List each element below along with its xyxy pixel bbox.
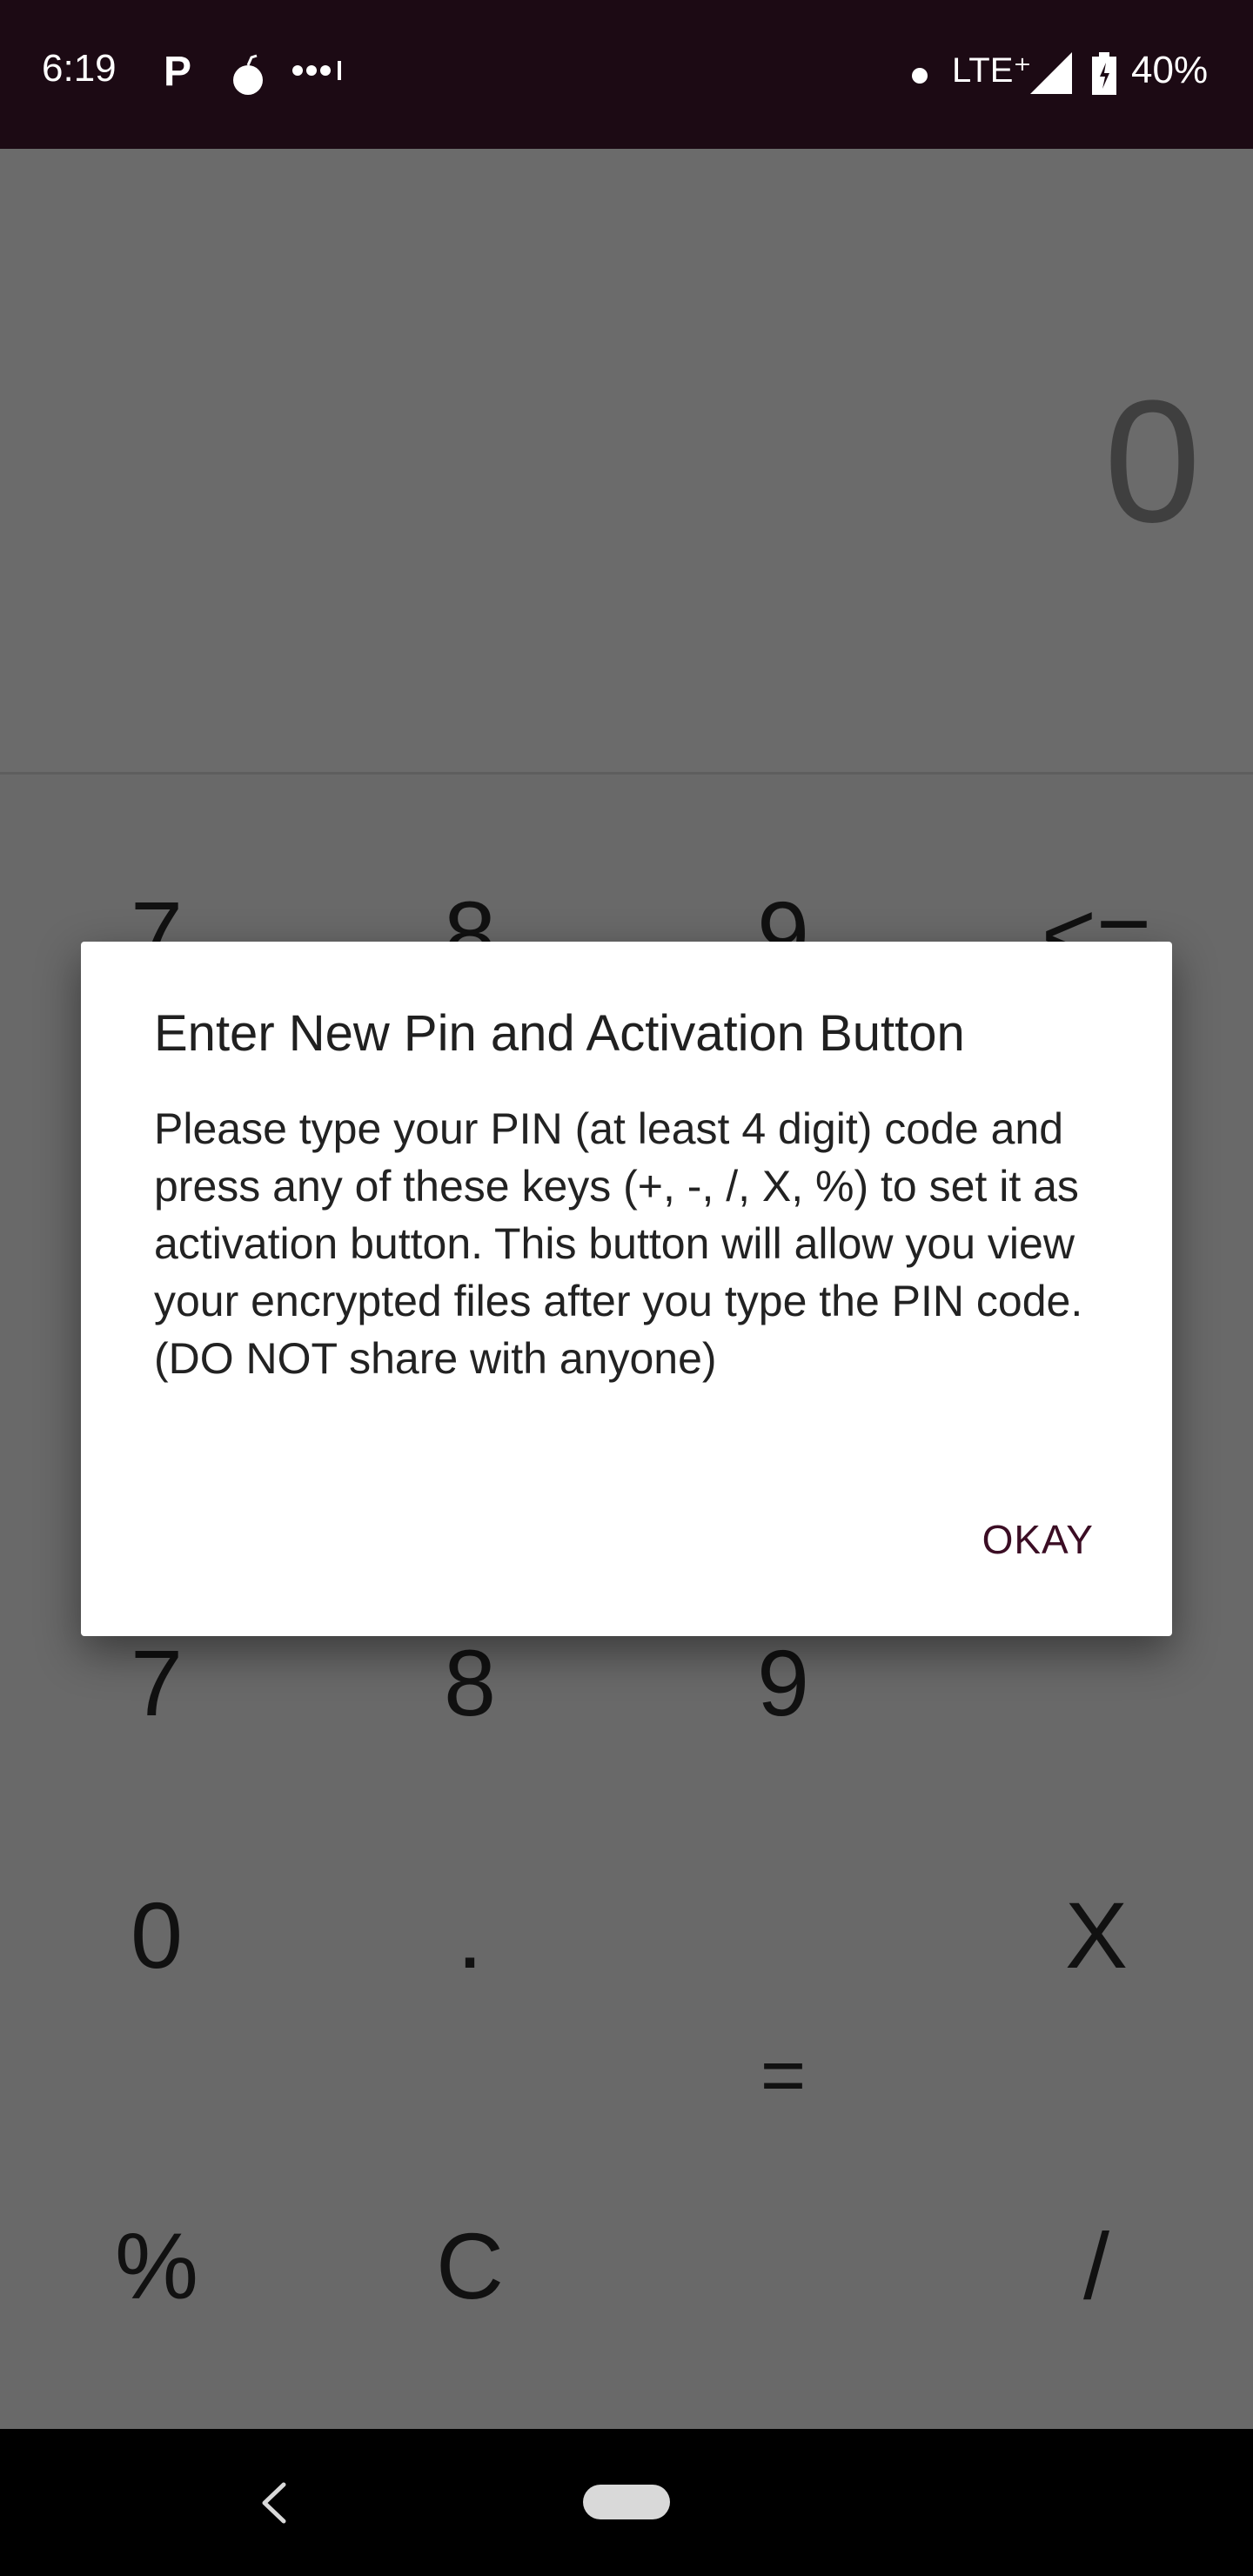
network-type: LTE⁺ [952,51,1032,90]
battery-percentage: 40% [1131,49,1209,91]
dialog-title: Enter New Pin and Activation Button [154,1005,965,1062]
key-decimal[interactable]: . [383,1888,557,1982]
key-percent[interactable]: % [70,2219,244,2313]
home-pill[interactable] [583,2485,670,2519]
dialog-message: Please type your PIN (at least 4 digit) … [154,1104,1083,1383]
key-clear[interactable]: C [383,2219,557,2313]
signal-icon [1030,52,1072,94]
navigation-bar [0,2429,1253,2576]
back-icon[interactable] [252,2472,296,2533]
key-multiply[interactable]: X [1009,1888,1183,1982]
key-9-partial[interactable]: 9 [696,1636,870,1730]
notification-dot [912,68,928,84]
status-bar: 6:19 P LTE⁺ 40% [0,0,1253,149]
status-time: 6:19 [42,47,117,90]
key-0[interactable]: 0 [70,1888,244,1982]
p-icon: P [164,49,192,95]
display-value: 0 [1103,365,1201,559]
pin-setup-dialog: Enter New Pin and Activation Button Plea… [81,942,1172,1636]
okay-button[interactable]: OKAY [982,1516,1094,1563]
key-8-partial[interactable]: 8 [383,1636,557,1730]
battery-icon [1092,52,1116,95]
calculator-display: 0 [0,149,1253,775]
more-icon [292,61,341,80]
key-7-partial[interactable]: 7 [70,1636,244,1730]
key-equals[interactable]: = [696,2036,870,2115]
key-divide[interactable]: / [1009,2219,1183,2313]
bomb-icon [233,54,263,95]
